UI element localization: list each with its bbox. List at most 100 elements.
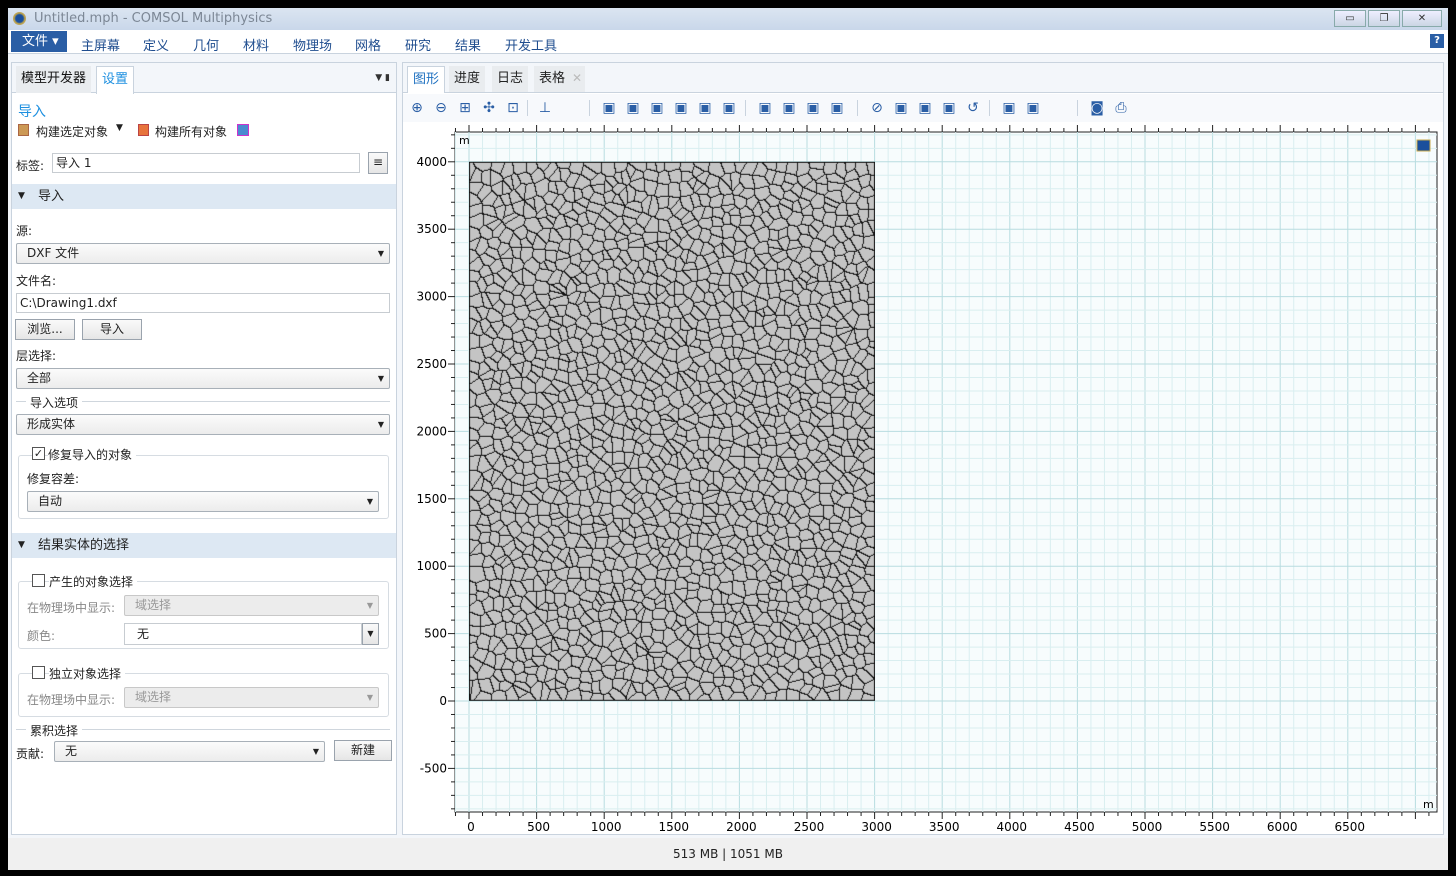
new-button[interactable]: 新建 [334,740,392,761]
geometry-icon[interactable] [237,124,249,136]
collapse-icon: ▼ [18,540,25,550]
tab-graphics[interactable]: 图形 [407,66,446,93]
view-cube-icon [1416,139,1431,152]
contribute-select[interactable]: 无 ▼ [54,741,325,762]
select-domain-icon[interactable]: ▣ [625,100,641,116]
menu-mesh[interactable]: 网格 [355,35,381,54]
zoom-out-icon[interactable]: ⊖ [433,100,449,116]
import-button[interactable]: 导入 [82,319,142,340]
y-unit-label: m [459,134,470,147]
hide-selected-icon[interactable]: ▣ [917,100,933,116]
zoom-in-icon[interactable]: ⊕ [409,100,425,116]
status-bar: 513 MB | 1051 MB [8,838,1448,870]
build-selected-button[interactable]: 构建选定对象 [36,123,108,140]
select-point-icon[interactable]: ▣ [697,100,713,116]
tab-progress[interactable]: 进度 [449,66,486,92]
y-tick-label: 2500 [416,357,447,371]
build-all-icon[interactable]: ▣ [781,100,797,116]
color-scheme-icon[interactable]: ▣ [1025,100,1041,116]
menu-definitions[interactable]: 定义 [143,35,169,54]
menu-developer[interactable]: 开发工具 [505,35,557,54]
restore-button[interactable]: ❐ [1368,10,1400,27]
menu-study[interactable]: 研究 [405,35,431,54]
color-caption: 颜色: [27,629,56,643]
pin-icon[interactable]: ▼ ▮ [375,73,390,83]
paint-select-icon[interactable]: ▣ [829,100,845,116]
repair-checkbox[interactable]: ✓ [32,447,45,460]
comment-icon[interactable]: ≡ [368,152,388,174]
browse-button[interactable]: 浏览... [15,319,75,340]
reset-hiding-icon[interactable]: ↺ [965,100,981,116]
y-tick-label: 3000 [416,290,447,304]
x-tick-label: 1500 [659,820,690,834]
zoom-extents-icon[interactable]: ✣ [481,100,497,116]
build-selected-icon[interactable]: ▣ [757,100,773,116]
x-tick-label: 3500 [929,820,960,834]
show-all-icon[interactable]: ▣ [893,100,909,116]
minimize-button[interactable]: ▭ [1334,10,1366,27]
contribute-value: 无 [65,744,78,758]
tab-settings[interactable]: 设置 [96,66,135,94]
ribbon-menu: 文件 ▾ 主屏幕 定义 几何 材料 物理场 网格 研究 结果 开发工具 ? [8,30,1448,54]
menu-geometry[interactable]: 几何 [193,35,219,54]
imported-geometry [469,161,875,701]
box-select-icon[interactable]: ▣ [805,100,821,116]
select-object-icon[interactable]: ▣ [601,100,617,116]
select-edge-icon[interactable]: ▣ [673,100,689,116]
menu-results[interactable]: 结果 [455,35,481,54]
section-result-selection[interactable]: ▼ 结果实体的选择 [12,533,396,558]
source-caption: 源: [16,224,33,238]
show-in-physics-caption: 在物理场中显示: [27,601,116,615]
x-tick-label: 4000 [997,820,1028,834]
zoom-box-icon[interactable]: ⊞ [457,100,473,116]
cumulative-label: 累积选择 [26,722,83,739]
menu-physics[interactable]: 物理场 [293,35,332,54]
toolbar-separator [527,100,528,116]
close-tab-icon[interactable]: ✕ [572,71,582,85]
hide-icon[interactable]: ⊘ [869,100,885,116]
tab-log[interactable]: 日志 [492,66,529,92]
x-tick-label: 2500 [794,820,825,834]
menu-materials[interactable]: 材料 [243,35,269,54]
x-tick-label: 0 [467,820,475,834]
toolbar-separator [857,100,858,116]
section-title: 结果实体的选择 [38,538,130,553]
independent-checkbox[interactable] [32,666,45,679]
section-import[interactable]: ▼ 导入 [12,184,396,209]
graphics-canvas[interactable]: 0 500 1000 1500 2000 2500 3000 3500 4000 4500 5000… [403,122,1443,834]
x-tick-label: 3000 [861,820,892,834]
screenshot-icon[interactable]: ◙ [1089,100,1105,116]
chevron-down-icon: ▼ [377,249,384,258]
show-selected-icon[interactable]: ▣ [941,100,957,116]
toolbar-separator [745,100,746,116]
show-in-physics-select-2: 域选择 ▼ [124,687,379,708]
filename-input[interactable]: C:\Drawing1.dxf [16,293,390,313]
zoom-selected-icon[interactable]: ⊡ [505,100,521,116]
color-input[interactable]: 无 [124,623,362,645]
tolerance-select[interactable]: 自动 ▼ [27,491,379,512]
deselect-icon[interactable]: ▣ [721,100,737,116]
build-all-button[interactable]: 构建所有对象 [155,123,227,140]
filename-caption: 文件名: [16,274,57,288]
source-value: DXF 文件 [27,246,80,260]
print-icon[interactable]: ⎙ [1113,100,1129,116]
label-input[interactable]: 导入 1 [52,153,360,173]
material-clear-icon[interactable]: ▣ [1001,100,1017,116]
y-tick-label: 1000 [416,559,447,573]
layer-select[interactable]: 全部 ▼ [16,368,390,389]
select-boundary-icon[interactable]: ▣ [649,100,665,116]
x-unit-label: m [1423,798,1434,811]
settings-panel: 模型开发器 设置 ▼ ▮ 导入 构建选定对象 ▼ 构建所有对象 标签: 导入 1… [11,62,397,835]
help-icon[interactable]: ? [1430,34,1444,48]
chevron-down-icon[interactable]: ▼ [116,123,123,133]
menu-home[interactable]: 主屏幕 [81,35,120,54]
tab-model-builder[interactable]: 模型开发器 [16,66,92,93]
source-select[interactable]: DXF 文件 ▼ [16,243,390,264]
generated-checkbox[interactable] [32,574,45,587]
comsol-app-icon [13,12,26,25]
file-menu[interactable]: 文件 ▾ [11,31,67,52]
form-select[interactable]: 形成实体 ▼ [16,414,390,435]
axis-orientation-icon[interactable]: ⊥ [537,100,553,116]
close-button[interactable]: ✕ [1402,10,1442,27]
chevron-down-icon[interactable]: ▼ [362,623,379,645]
